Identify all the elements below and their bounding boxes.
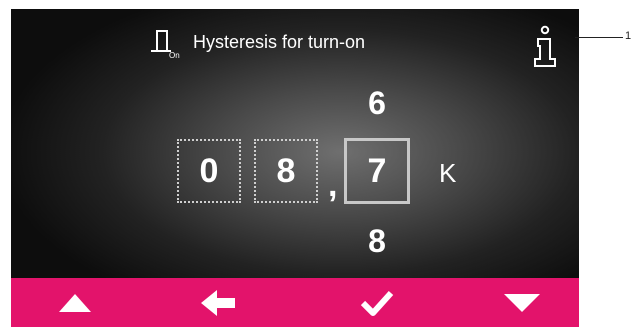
info-icon[interactable] xyxy=(531,25,565,71)
hysteresis-icon-subscript: On xyxy=(169,51,180,59)
digit-below: 8 xyxy=(368,223,386,259)
footer-bar xyxy=(11,278,579,327)
digit-above: 6 xyxy=(368,85,386,121)
checkmark-icon xyxy=(360,290,394,316)
decimal-separator: , xyxy=(328,166,338,204)
digit-box-selected[interactable]: 7 xyxy=(344,138,410,204)
back-button[interactable] xyxy=(179,278,259,327)
down-button[interactable] xyxy=(482,278,562,327)
digit-box-2[interactable]: 8 xyxy=(254,139,318,203)
header: On Hysteresis for turn-on xyxy=(11,25,579,67)
digit-box-1[interactable]: 0 xyxy=(177,139,241,203)
unit-label: K xyxy=(439,158,457,188)
device-screen: On Hysteresis for turn-on 6 0 8 , 7 K 8 xyxy=(11,9,579,327)
back-arrow-icon xyxy=(201,289,235,316)
up-arrow-icon xyxy=(59,293,91,312)
annotation-leader-line xyxy=(575,37,623,38)
confirm-button[interactable] xyxy=(337,278,417,327)
up-button[interactable] xyxy=(35,278,115,327)
hysteresis-on-icon: On xyxy=(151,30,180,59)
down-arrow-icon xyxy=(504,293,540,312)
annotation-marker: 1 xyxy=(625,30,632,42)
page-title: Hysteresis for turn-on xyxy=(193,32,366,52)
